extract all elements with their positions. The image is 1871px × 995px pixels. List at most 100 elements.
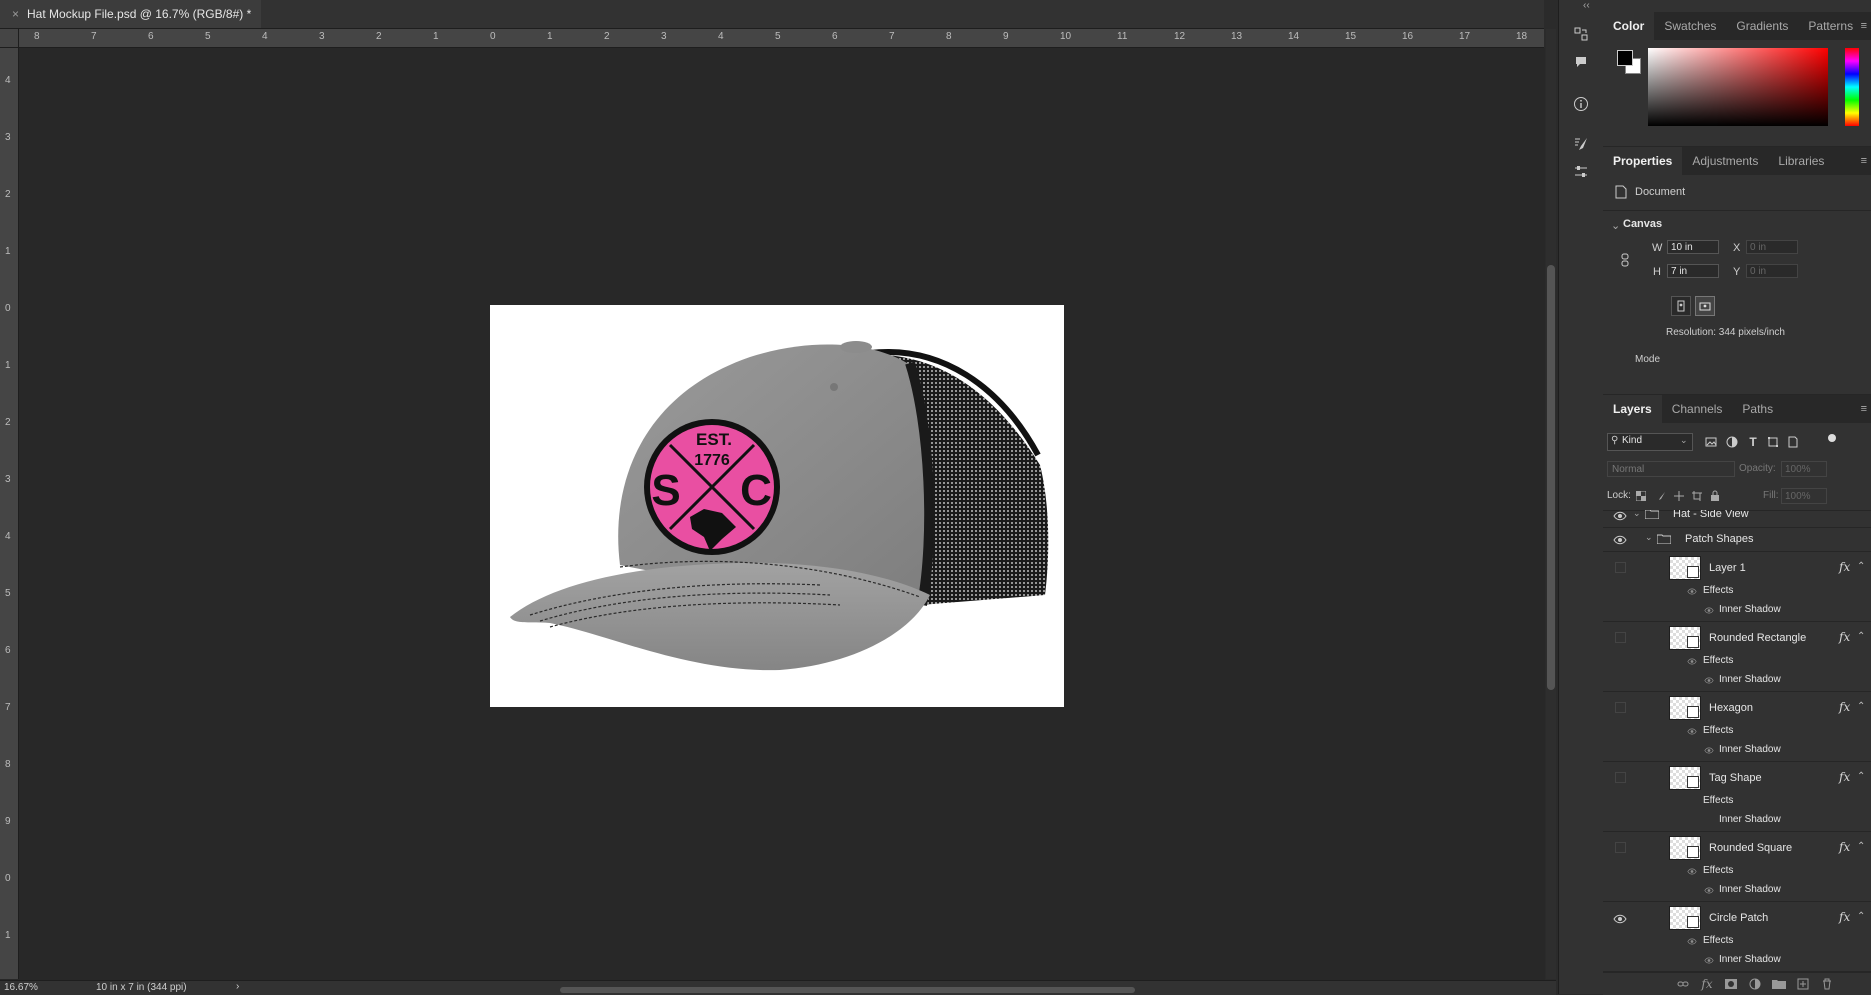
collapse-effects-icon[interactable]: ⌃ xyxy=(1857,561,1865,572)
chevron-down-icon[interactable]: ⌄ xyxy=(1633,510,1641,519)
canvas-section-title[interactable]: Canvas xyxy=(1623,218,1662,230)
fg-bg-swatches[interactable] xyxy=(1617,50,1641,74)
inner-shadow-visibility-icon[interactable] xyxy=(1704,957,1714,964)
portrait-orientation-icon[interactable] xyxy=(1671,296,1691,316)
tab-color[interactable]: Color xyxy=(1603,12,1655,40)
layer-row[interactable]: Hexagon fx ⌃ Effects Inner Shadow xyxy=(1603,692,1871,762)
chevron-down-icon[interactable]: ⌄ xyxy=(1645,532,1653,543)
tab-paths[interactable]: Paths xyxy=(1732,395,1783,423)
inner-shadow-visibility-icon[interactable] xyxy=(1704,887,1714,894)
tab-patterns[interactable]: Patterns xyxy=(1798,12,1863,40)
hue-slider[interactable] xyxy=(1845,48,1859,126)
layer-comps-icon[interactable] xyxy=(1571,24,1591,44)
visibility-eye-icon[interactable] xyxy=(1613,914,1627,924)
layer-row[interactable]: Layer 1 fx ⌃ Effects Inner Shadow xyxy=(1603,552,1871,622)
canvas-height-field[interactable]: 7 in xyxy=(1667,264,1719,278)
vertical-scroll-thumb[interactable] xyxy=(1547,265,1555,690)
new-group-folder-icon[interactable] xyxy=(1771,976,1787,992)
inner-shadow-visibility-icon[interactable] xyxy=(1704,747,1714,754)
layer-fx-indicator[interactable]: fx xyxy=(1839,840,1850,854)
collapse-effects-icon[interactable]: ⌃ xyxy=(1857,911,1865,922)
lock-transparent-pixels-icon[interactable] xyxy=(1633,488,1649,504)
collapse-panels-icon[interactable]: ‹‹ xyxy=(1583,0,1590,11)
layer-group-patch-shapes[interactable]: ⌄ Patch Shapes xyxy=(1603,528,1871,550)
ruler-origin[interactable] xyxy=(0,29,19,48)
lock-all-icon[interactable] xyxy=(1707,488,1723,504)
blend-mode-select[interactable]: Normal xyxy=(1607,461,1735,477)
lock-image-pixels-icon[interactable] xyxy=(1653,488,1669,504)
horizontal-ruler[interactable]: 8 7 6 5 4 3 2 1 0 1 2 3 4 5 6 7 8 9 10 11 12 13 14 15 16 17 18 xyxy=(18,29,1544,48)
comment-icon[interactable] xyxy=(1571,52,1591,72)
vertical-ruler[interactable]: 4 3 2 1 0 1 2 3 4 5 6 7 8 9 0 1 xyxy=(0,29,19,979)
inner-shadow-visibility-icon[interactable] xyxy=(1704,607,1714,614)
opacity-field[interactable]: 100% xyxy=(1781,461,1827,477)
new-adjustment-layer-icon[interactable] xyxy=(1747,976,1763,992)
filter-shape-icon[interactable] xyxy=(1765,434,1781,450)
effects-visibility-icon[interactable] xyxy=(1687,868,1697,875)
canvas-artboard[interactable]: EST. 1776 S C xyxy=(490,305,1064,707)
tab-layers[interactable]: Layers xyxy=(1603,395,1662,423)
properties-panel-menu-icon[interactable]: ≡ xyxy=(1861,155,1867,167)
filter-adjustment-icon[interactable] xyxy=(1724,434,1740,450)
canvas-x-field[interactable]: 0 in xyxy=(1746,240,1798,254)
layer-fx-indicator[interactable]: fx xyxy=(1839,630,1850,644)
brush-settings-icon[interactable] xyxy=(1571,134,1591,154)
collapse-effects-icon[interactable]: ⌃ xyxy=(1857,771,1865,782)
chevron-down-icon[interactable]: ⌄ xyxy=(1611,219,1620,232)
layer-filter-select[interactable]: ⚲ Kind ⌄ xyxy=(1607,433,1693,451)
tab-channels[interactable]: Channels xyxy=(1662,395,1733,423)
filter-smart-object-icon[interactable] xyxy=(1785,434,1801,450)
adjustments-sliders-icon[interactable] xyxy=(1571,162,1591,182)
layer-fx-indicator[interactable]: fx xyxy=(1839,700,1850,714)
layer-fx-indicator[interactable]: fx xyxy=(1839,770,1850,784)
link-layers-icon[interactable] xyxy=(1675,976,1691,992)
effects-visibility-icon[interactable] xyxy=(1687,728,1697,735)
tab-adjustments[interactable]: Adjustments xyxy=(1682,147,1768,175)
inner-shadow-visibility-icon[interactable] xyxy=(1704,677,1714,684)
delete-layer-trash-icon[interactable] xyxy=(1819,976,1835,992)
visibility-eye-icon[interactable] xyxy=(1613,511,1627,521)
filter-type-icon[interactable]: T xyxy=(1745,434,1761,450)
horizontal-scroll-thumb[interactable] xyxy=(560,987,1135,993)
document-tab[interactable]: × Hat Mockup File.psd @ 16.7% (RGB/8#) * xyxy=(0,0,262,28)
layer-fx-indicator[interactable]: fx xyxy=(1839,560,1850,574)
zoom-level[interactable]: 16.67% xyxy=(4,982,38,993)
layer-row[interactable]: Rounded Rectangle fx ⌃ Effects Inner Shadow xyxy=(1603,622,1871,692)
lock-position-icon[interactable] xyxy=(1671,488,1687,504)
visibility-toggle[interactable] xyxy=(1615,702,1626,713)
add-mask-icon[interactable] xyxy=(1723,976,1739,992)
visibility-toggle[interactable] xyxy=(1615,632,1626,643)
tab-properties[interactable]: Properties xyxy=(1603,147,1683,175)
lock-artboard-icon[interactable] xyxy=(1689,488,1705,504)
link-dimensions-icon[interactable] xyxy=(1617,252,1633,268)
layer-row[interactable]: Circle Patch fx ⌃ Effects Inner Shadow xyxy=(1603,902,1871,972)
collapse-effects-icon[interactable]: ⌃ xyxy=(1857,841,1865,852)
info-icon[interactable] xyxy=(1571,94,1591,114)
fill-field[interactable]: 100% xyxy=(1781,488,1827,504)
color-picker-field[interactable] xyxy=(1648,48,1828,126)
filter-toggle-icon[interactable] xyxy=(1828,434,1836,442)
effects-visibility-icon[interactable] xyxy=(1687,658,1697,665)
visibility-eye-icon[interactable] xyxy=(1613,535,1627,545)
canvas-width-field[interactable]: 10 in xyxy=(1667,240,1719,254)
layer-group-hat-side-view[interactable]: ⌄ Hat - Side View xyxy=(1603,510,1871,526)
layer-style-fx-icon[interactable]: fx xyxy=(1699,976,1715,992)
tab-gradients[interactable]: Gradients xyxy=(1726,12,1798,40)
layer-row[interactable]: Rounded Square fx ⌃ Effects Inner Shadow xyxy=(1603,832,1871,902)
visibility-toggle[interactable] xyxy=(1615,772,1626,783)
visibility-toggle[interactable] xyxy=(1615,842,1626,853)
close-tab-icon[interactable]: × xyxy=(12,7,19,21)
tab-libraries[interactable]: Libraries xyxy=(1768,147,1834,175)
landscape-orientation-icon[interactable] xyxy=(1695,296,1715,316)
visibility-toggle[interactable] xyxy=(1615,562,1626,573)
tab-swatches[interactable]: Swatches xyxy=(1654,12,1726,40)
color-panel-menu-icon[interactable]: ≡ xyxy=(1861,20,1867,32)
layers-panel-menu-icon[interactable]: ≡ xyxy=(1861,403,1867,415)
effects-visibility-icon[interactable] xyxy=(1687,588,1697,595)
collapse-effects-icon[interactable]: ⌃ xyxy=(1857,631,1865,642)
foreground-color-swatch[interactable] xyxy=(1617,50,1633,66)
filter-pixel-icon[interactable] xyxy=(1703,434,1719,450)
canvas-y-field[interactable]: 0 in xyxy=(1746,264,1798,278)
collapse-effects-icon[interactable]: ⌃ xyxy=(1857,701,1865,712)
effects-visibility-icon[interactable] xyxy=(1687,938,1697,945)
